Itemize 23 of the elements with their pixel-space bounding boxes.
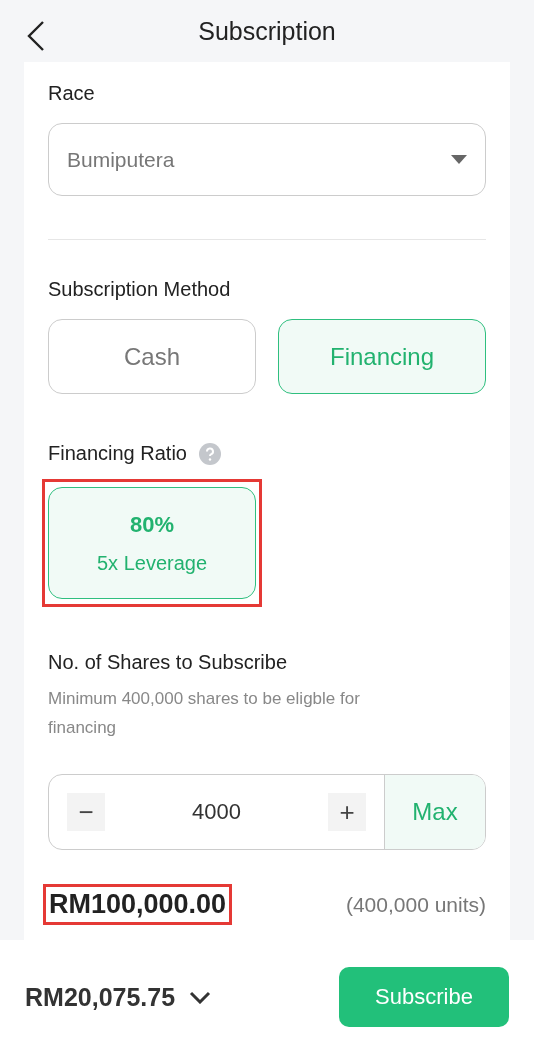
ratio-option[interactable]: 80% 5x Leverage xyxy=(48,487,256,599)
race-dropdown[interactable]: Bumiputera xyxy=(48,123,486,196)
ratio-percent: 80% xyxy=(129,511,174,538)
total-amount: RM100,000.00 xyxy=(49,889,227,920)
method-option[interactable]: Cash xyxy=(48,319,256,394)
method-label: Subscription Method xyxy=(48,278,232,301)
minus-button[interactable]: − xyxy=(67,793,105,831)
back-icon[interactable] xyxy=(26,20,46,52)
page-title: Subscription xyxy=(198,16,336,46)
quantity-field[interactable]: 4000 xyxy=(123,798,310,826)
dropdown-arrow-icon xyxy=(451,155,467,164)
chevron-down-icon[interactable] xyxy=(189,990,212,1004)
leverage-text: 5x Leverage xyxy=(96,551,208,575)
subscribe-button[interactable]: Subscribe xyxy=(339,967,509,1027)
units-text: (400,000 units) xyxy=(345,892,486,917)
method-option[interactable]: Financing xyxy=(278,319,486,394)
shares-label: No. of Shares to Subscribe xyxy=(48,651,288,674)
max-button[interactable]: Max xyxy=(384,775,485,849)
ratio-label: Financing Ratio xyxy=(48,442,187,465)
balance-amount: RM20,075.75 xyxy=(25,982,176,1012)
hint-text: Minimum 400,000 shares to be eligble for financing xyxy=(48,688,361,739)
race-label: Race xyxy=(48,82,96,105)
plus-button[interactable]: + xyxy=(328,793,366,831)
